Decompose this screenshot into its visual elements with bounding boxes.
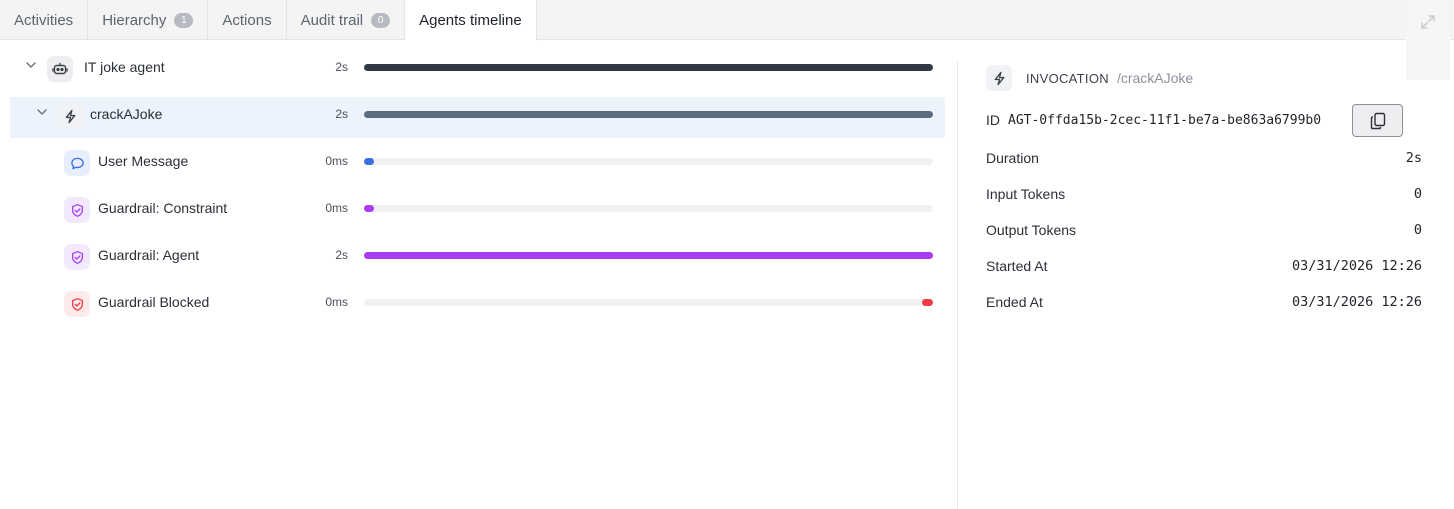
tab-audit-trail[interactable]: Audit trail 0	[287, 0, 406, 40]
duration-label: 0ms	[325, 201, 348, 215]
node-label: Guardrail Blocked	[98, 294, 210, 310]
prop-key: Input Tokens	[986, 186, 1066, 202]
tree-row-guardrail-agent[interactable]: Guardrail: Agent 2s	[10, 232, 945, 279]
timeline-track	[364, 158, 933, 165]
tab-label: Hierarchy	[102, 11, 167, 29]
shield-check-icon	[64, 197, 90, 223]
prop-input-tokens: Input Tokens 0	[986, 176, 1422, 212]
prop-started-at: Started At 03/31/2026 12:26	[986, 248, 1422, 284]
tree-row-user-message[interactable]: User Message 0ms	[10, 138, 945, 185]
chevron-down-icon[interactable]	[36, 106, 48, 118]
prop-value: 0	[1413, 186, 1422, 202]
tree-row-it-joke-agent[interactable]: IT joke agent 2s	[10, 44, 945, 91]
node-label: crackAJoke	[90, 106, 163, 122]
prop-value: 03/31/2026 12:26	[1291, 258, 1422, 274]
node-label: IT joke agent	[84, 59, 165, 75]
timeline-track	[364, 64, 933, 71]
agents-timeline-tree: IT joke agent 2s crackAJoke 2s User Mess…	[10, 44, 945, 326]
tab-label: Activities	[14, 11, 74, 29]
expand-icon	[1421, 15, 1435, 29]
tab-activities[interactable]: Activities	[0, 0, 89, 40]
count-badge: 0	[371, 12, 391, 28]
id-value: AGT-0ffda15b-2cec-11f1-be7a-be863a6799b0	[1008, 112, 1322, 128]
id-row: ID AGT-0ffda15b-2cec-11f1-be7a-be863a679…	[986, 100, 1422, 140]
invocation-detail-panel: INVOCATION /crackAJoke ID AGT-0ffda15b-2…	[986, 64, 1422, 320]
timeline-bar[interactable]	[364, 158, 375, 165]
timeline-bar[interactable]	[364, 64, 933, 71]
tab-actions[interactable]: Actions	[208, 0, 287, 40]
timeline-bar[interactable]	[364, 111, 933, 118]
copy-icon	[1370, 112, 1385, 129]
prop-ended-at: Ended At 03/31/2026 12:26	[986, 284, 1422, 320]
panel-divider	[957, 62, 958, 509]
tree-row-guardrail-constraint[interactable]: Guardrail: Constraint 0ms	[10, 185, 945, 232]
tab-label: Audit trail	[300, 11, 364, 29]
prop-value: 03/31/2026 12:26	[1291, 294, 1422, 310]
tab-label: Actions	[222, 11, 272, 29]
prop-key: Ended At	[986, 294, 1043, 310]
node-label: User Message	[98, 153, 189, 169]
count-badge: 1	[174, 12, 194, 28]
prop-key: Duration	[986, 150, 1039, 166]
prop-key: Output Tokens	[986, 222, 1077, 238]
lightning-icon	[57, 103, 83, 129]
tab-hierarchy[interactable]: Hierarchy 1	[88, 0, 209, 40]
node-label: Guardrail: Constraint	[98, 200, 228, 216]
timeline-track	[364, 252, 933, 259]
tree-row-crackajoke[interactable]: crackAJoke 2s	[10, 97, 945, 138]
timeline-bar[interactable]	[364, 252, 933, 259]
timeline-track	[364, 299, 933, 306]
lightning-icon	[986, 65, 1012, 91]
duration-label: 2s	[335, 107, 348, 121]
duration-label: 0ms	[325, 295, 348, 309]
chevron-down-icon[interactable]	[25, 59, 37, 71]
node-label: Guardrail: Agent	[98, 247, 200, 263]
id-label: ID	[986, 112, 1000, 128]
prop-duration: Duration 2s	[986, 140, 1422, 176]
message-icon	[64, 150, 90, 176]
prop-output-tokens: Output Tokens 0	[986, 212, 1422, 248]
detail-header: INVOCATION /crackAJoke	[986, 64, 1422, 92]
prop-value: 2s	[1405, 150, 1422, 166]
robot-icon	[47, 56, 73, 82]
prop-value: 0	[1413, 222, 1422, 238]
detail-path: /crackAJoke	[1116, 70, 1194, 86]
tab-label: Agents timeline	[419, 11, 522, 29]
tab-agents-timeline[interactable]: Agents timeline	[405, 0, 537, 41]
timeline-bar[interactable]	[921, 299, 933, 306]
duration-label: 2s	[335, 248, 348, 262]
duration-label: 2s	[335, 60, 348, 74]
copy-id-button[interactable]	[1352, 104, 1403, 137]
duration-label: 0ms	[325, 154, 348, 168]
detail-type: INVOCATION	[1026, 70, 1109, 86]
timeline-track	[364, 111, 933, 118]
tree-row-guardrail-blocked[interactable]: Guardrail Blocked 0ms	[10, 279, 945, 326]
shield-check-icon	[64, 244, 90, 270]
tab-bar: Activities Hierarchy 1 Actions Audit trai…	[0, 0, 1454, 41]
timeline-track	[364, 205, 933, 212]
prop-key: Started At	[986, 258, 1048, 274]
timeline-bar[interactable]	[364, 205, 375, 212]
shield-alert-icon	[64, 291, 90, 317]
